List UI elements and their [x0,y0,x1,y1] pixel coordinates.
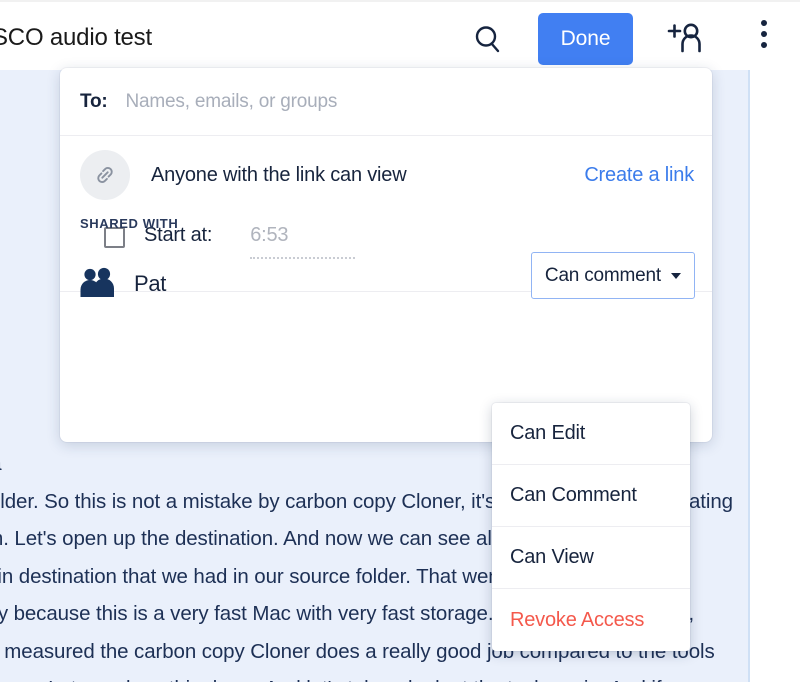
add-person-icon[interactable] [664,20,706,60]
to-label: To: [80,90,108,112]
shared-with-header: SHARED WITH [80,216,179,231]
kebab-menu-icon[interactable] [750,20,778,60]
share-panel: To: Anyone with the link can view Create… [60,68,712,442]
link-status-text: Anyone with the link can view [151,163,407,186]
permission-dropdown-trigger[interactable]: Can comment [530,252,695,299]
permission-current-value: Can comment [544,264,661,286]
kebab-dot [761,31,767,37]
menu-item-can-view[interactable]: Can View [492,527,690,589]
chain-link-icon [80,150,130,200]
menu-item-can-edit[interactable]: Can Edit [492,403,690,465]
kebab-dot [761,20,767,26]
permission-dropdown-menu: Can Edit Can Comment Can View Revoke Acc… [492,403,690,651]
recipients-input[interactable] [125,90,606,113]
create-link-button[interactable]: Create a link [584,164,694,187]
kebab-dot [761,42,767,48]
top-toolbar: SCO audio test Done [0,0,800,70]
to-row: To: [60,68,712,136]
menu-item-can-comment[interactable]: Can Comment [492,465,690,527]
link-sharing-row: Anyone with the link can view Create a l… [60,136,712,214]
shared-person-row: Pat Can comment [60,246,712,322]
person-name: Pat [134,271,167,296]
transcript-line: l used to use. Let me close this down. A… [0,670,750,682]
people-group-icon [80,266,116,303]
search-icon[interactable] [470,22,506,58]
menu-item-revoke-access[interactable]: Revoke Access [492,589,690,651]
done-button[interactable]: Done [538,13,633,65]
toolbar-top-hairline [0,0,800,2]
chevron-down-icon [671,272,681,279]
share-dialog-screen: on wr r in th tch co cation c com any fi… [0,0,800,682]
page-title: SCO audio test [0,24,152,51]
start-at-time-value[interactable]: 6:53 [250,224,355,247]
